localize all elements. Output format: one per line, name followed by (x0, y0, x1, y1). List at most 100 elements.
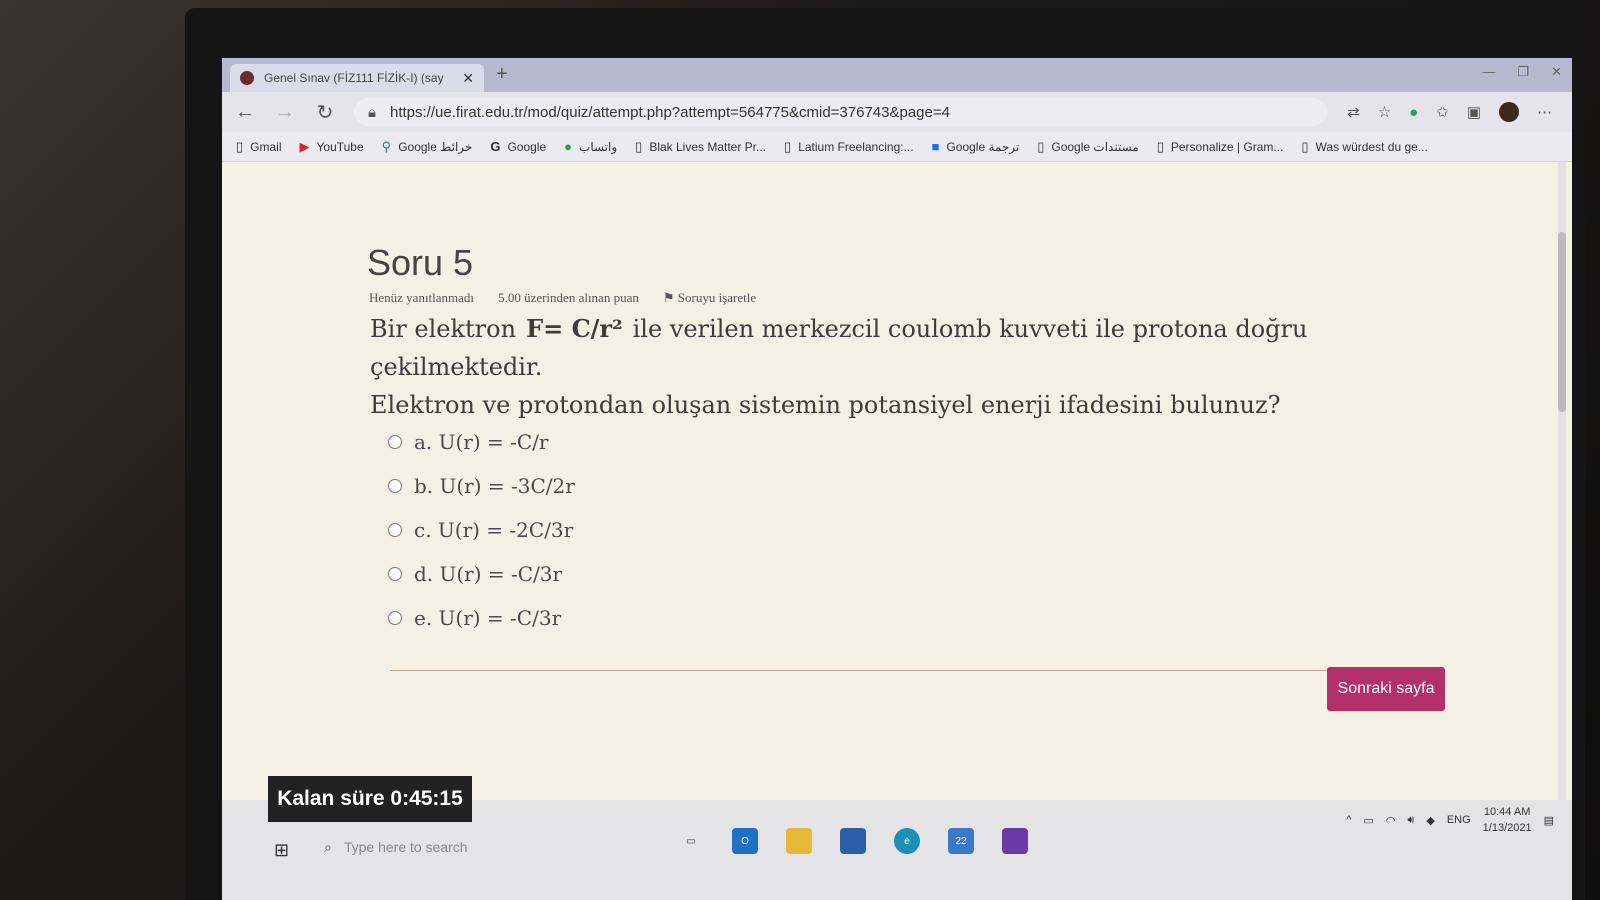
bookmark-label: واتساب (579, 139, 618, 154)
new-tab-button[interactable]: + (496, 63, 508, 86)
refresh-icon[interactable]: ↻ (308, 100, 342, 125)
taskbar-search[interactable]: ⌕ Type here to search (318, 828, 658, 866)
page-icon: ▯ (1301, 138, 1309, 154)
quiz-timer: Kalan süre 0:45:15 (268, 776, 472, 822)
dropbox-icon[interactable]: ◆ (1426, 814, 1434, 827)
answer-option-c[interactable]: c. U(r) = -2C/3r (388, 518, 573, 542)
clock-date: 1/13/2021 (1482, 822, 1532, 834)
radio-button[interactable] (388, 435, 402, 449)
mail-icon[interactable]: 22 (948, 828, 974, 854)
system-tray: ^ ▭ ◠ 🔊︎ ◆ ENG 10:44 AM 1/13/2021 ▤ (1346, 804, 1554, 836)
window-close-icon[interactable]: ✕ (1551, 64, 1562, 80)
minimize-icon[interactable]: — (1482, 64, 1495, 80)
language-indicator[interactable]: ENG (1447, 814, 1471, 826)
bookmark-item[interactable]: G Google (490, 139, 546, 154)
app-icon[interactable] (1002, 828, 1028, 854)
file-explorer-icon[interactable] (786, 828, 812, 854)
bookmark-label: Blak Lives Matter Pr... (649, 139, 767, 154)
option-label: a. U(r) = -C/r (414, 430, 549, 454)
site-favicon-icon (240, 71, 254, 85)
bookmark-item[interactable]: ■ Google ترجمة (932, 139, 1020, 154)
page-icon: ▯ (784, 138, 792, 154)
notifications-icon[interactable]: ▤ (1544, 814, 1554, 827)
clock[interactable]: 10:44 AM 1/13/2021 (1483, 804, 1532, 836)
google-icon: G (490, 139, 501, 154)
battery-icon[interactable]: ▭ (1363, 814, 1373, 827)
bookmark-label: Was würdest du ge... (1315, 139, 1428, 154)
page-icon: ▯ (1037, 138, 1045, 154)
flag-question-link[interactable]: ⚑ Soruyu işaretle (663, 290, 756, 306)
tab-title: Genel Sınav (FİZ111 FİZİK-I) (say (264, 71, 444, 85)
laptop-screen: Genel Sınav (FİZ111 FİZİK-I) (say ✕ + — … (222, 58, 1572, 900)
profile-avatar[interactable] (1499, 102, 1519, 122)
question-text: Bir elektron F= C/r² ile verilen merkezcil… (370, 310, 1470, 424)
question-status: Henüz yanıtlanmadı (369, 290, 475, 305)
bookmark-item[interactable]: ▯ Latium Freelancing:... (784, 139, 914, 155)
outlook-icon[interactable]: O (732, 828, 758, 854)
maximize-icon[interactable]: ❐ (1517, 64, 1529, 80)
forward-icon[interactable]: → (268, 101, 302, 124)
favorites-icon[interactable]: ✩ (1436, 103, 1449, 121)
answer-option-b[interactable]: b. U(r) = -3C/2r (388, 474, 575, 498)
page-icon: ▯ (635, 138, 643, 154)
radio-button[interactable] (388, 611, 402, 625)
window-controls: — ❐ ✕ (1482, 64, 1562, 80)
lock-icon: 🔒︎ (368, 103, 376, 121)
bookmark-item[interactable]: ▯ Personalize | Gram... (1157, 139, 1284, 155)
whatsapp-icon: ● (564, 139, 573, 154)
bookmark-label: YouTube (316, 139, 364, 154)
url-text: https://ue.firat.edu.tr/mod/quiz/attempt… (389, 103, 950, 121)
windows-start-icon[interactable]: ⊞ (274, 840, 289, 861)
answer-option-a[interactable]: a. U(r) = -C/r (388, 430, 549, 454)
answer-option-e[interactable]: e. U(r) = -C/3r (388, 606, 561, 630)
collections-icon[interactable]: ▣ (1467, 103, 1481, 121)
extension-icon[interactable]: ● (1409, 104, 1418, 121)
flag-icon: ⚑ (662, 290, 678, 305)
page-icon: ▯ (236, 138, 244, 154)
radio-button[interactable] (388, 523, 402, 537)
next-page-button[interactable]: Sonraki sayfa (1327, 667, 1445, 711)
bookmark-item[interactable]: ▯ Was würdest du ge... (1301, 139, 1427, 155)
favorite-star-icon[interactable]: ☆ (1378, 103, 1391, 121)
bookmark-item[interactable]: ● واتساب (564, 139, 617, 154)
edge-icon[interactable]: e (894, 828, 920, 854)
bookmark-label: Latium Freelancing:... (798, 139, 914, 154)
more-menu-icon[interactable]: ⋯ (1537, 103, 1552, 121)
scrollbar-thumb[interactable] (1558, 232, 1566, 412)
maps-icon: ⚲ (381, 138, 392, 154)
task-view-icon[interactable]: ▭ (678, 828, 704, 854)
question-text-line2: Elektron ve protondan oluşan sistemin po… (370, 391, 1281, 419)
browser-tab[interactable]: Genel Sınav (FİZ111 FİZİK-I) (say ✕ (230, 64, 484, 92)
translate-page-icon[interactable]: ⇄ (1347, 103, 1360, 121)
answer-option-d[interactable]: d. U(r) = -C/3r (388, 562, 562, 586)
radio-button[interactable] (388, 567, 402, 581)
option-label: b. U(r) = -3C/2r (414, 474, 575, 498)
bookmark-item[interactable]: ▯ Google مستندات (1037, 139, 1139, 155)
url-field[interactable]: 🔒︎ https://ue.firat.edu.tr/mod/quiz/atte… (354, 98, 1328, 126)
bookmark-label: Gmail (250, 139, 282, 154)
question-text-part1: Bir elektron (370, 315, 517, 343)
bookmark-label: Google خرائط (398, 139, 473, 154)
store-icon[interactable] (840, 828, 866, 854)
radio-button[interactable] (388, 479, 402, 493)
bookmark-item[interactable]: ⚲ Google خرائط (382, 139, 473, 155)
search-placeholder: Type here to search (343, 839, 468, 855)
chevron-up-icon[interactable]: ^ (1346, 814, 1351, 826)
tab-bar: Genel Sınav (FİZ111 FİZİK-I) (say ✕ + — … (222, 58, 1572, 92)
bookmark-label: Google مستندات (1051, 139, 1139, 154)
bookmark-item[interactable]: ▯ Blak Lives Matter Pr... (635, 139, 766, 155)
wifi-icon[interactable]: ◠ (1386, 814, 1396, 827)
bookmark-item[interactable]: ▯ Gmail (236, 139, 282, 155)
tab-close-icon[interactable]: ✕ (462, 70, 474, 87)
youtube-icon: ▶ (299, 138, 310, 154)
volume-icon[interactable]: 🔊︎ (1407, 814, 1414, 827)
quiz-content: Soru 5 Henüz yanıtlanmadı 5.00 üzerinden… (222, 162, 1542, 802)
question-points: 5.00 üzerinden alınan puan (498, 290, 639, 305)
taskbar-apps: ▭ O e 22 (678, 828, 1028, 854)
bookmark-item[interactable]: ▶ YouTube (300, 139, 364, 155)
bookmark-label: Google (507, 139, 547, 154)
page-icon: ▯ (1156, 138, 1164, 154)
option-label: c. U(r) = -2C/3r (414, 518, 574, 542)
back-icon[interactable]: ← (228, 101, 262, 124)
page-scrollbar[interactable] (1558, 162, 1566, 802)
